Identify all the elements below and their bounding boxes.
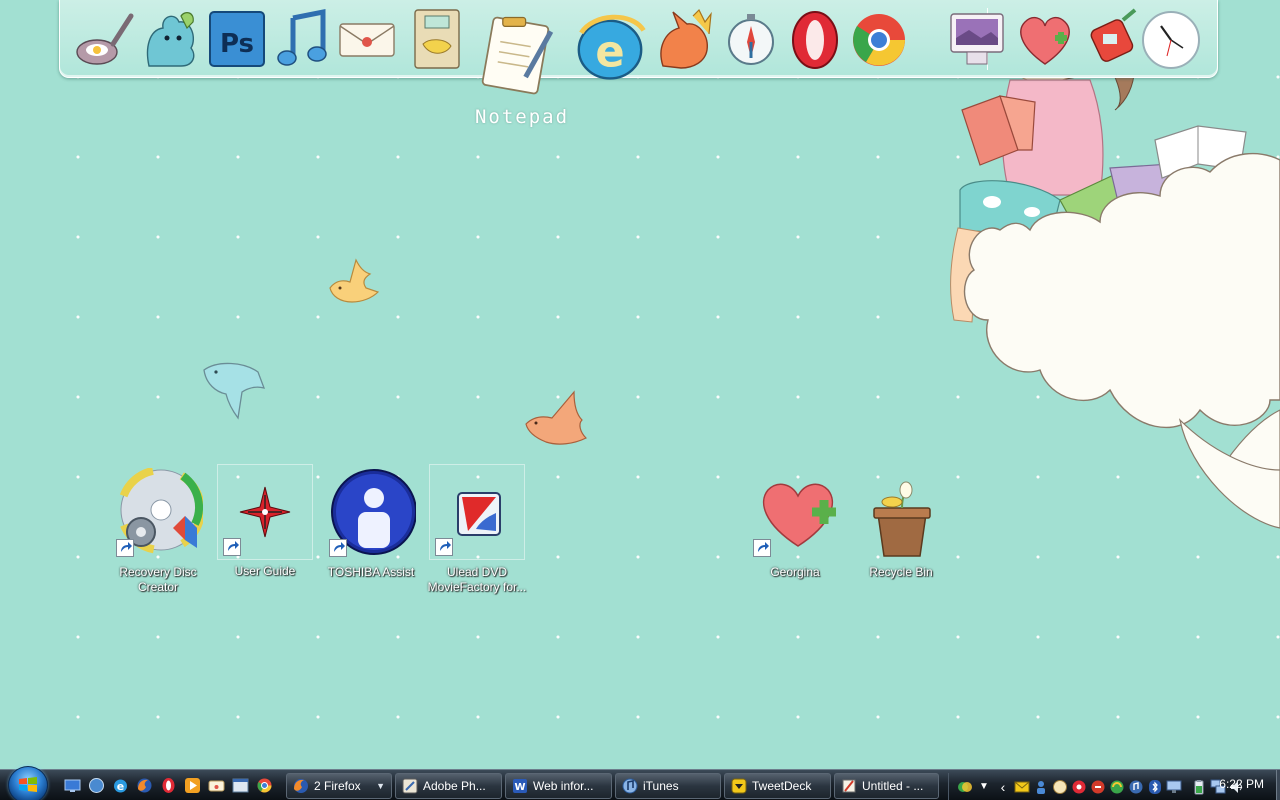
frying-pan-icon[interactable] bbox=[72, 6, 134, 72]
desktop-icon-label: Recovery Disc Creator bbox=[119, 565, 197, 594]
taskbar-buttons: 2 Firefox ▼ Adobe Ph... W Web infor... i… bbox=[286, 773, 939, 799]
wallpaper-yellow-bird bbox=[329, 258, 380, 303]
ulead-dvd-icon bbox=[432, 467, 522, 557]
desktop-icon-user-guide[interactable]: User Guide bbox=[217, 464, 313, 578]
mail-icon[interactable] bbox=[1014, 779, 1030, 795]
itunes-icon[interactable] bbox=[1128, 779, 1144, 795]
battery-icon[interactable] bbox=[1191, 779, 1207, 795]
firefox-icon[interactable] bbox=[134, 775, 155, 796]
desktop-icon-recovery-disc-creator[interactable]: Recovery Disc Creator bbox=[110, 466, 206, 594]
desktop-icon-label: Georgina bbox=[770, 565, 820, 579]
chevron-down-icon[interactable]: ▼ bbox=[976, 779, 992, 795]
shortcut-arrow-icon bbox=[223, 538, 241, 556]
heart-plus-icon bbox=[750, 468, 840, 558]
photoshop-icon bbox=[402, 778, 418, 794]
mail-icon[interactable] bbox=[206, 775, 227, 796]
taskbar-button-label: 2 Firefox bbox=[314, 779, 361, 793]
firefox-icon[interactable] bbox=[652, 6, 714, 72]
safari-icon[interactable] bbox=[720, 6, 782, 72]
taskbar-button-adobe-photoshop[interactable]: Adobe Ph... bbox=[395, 773, 502, 799]
user-icon[interactable] bbox=[1033, 779, 1049, 795]
clock-icon[interactable] bbox=[1140, 6, 1202, 72]
display-icon[interactable] bbox=[1166, 779, 1182, 795]
desktop-icon-georgina[interactable]: Georgina bbox=[747, 466, 843, 594]
taskbar-button-itunes[interactable]: iTunes bbox=[615, 773, 721, 799]
notepad-icon[interactable] bbox=[480, 4, 556, 102]
word-icon: W bbox=[513, 779, 527, 793]
shortcut-arrow-icon bbox=[116, 539, 134, 557]
svg-text:e: e bbox=[117, 780, 124, 793]
desktop-icon-toshiba-assist[interactable]: TOSHIBA Assist bbox=[323, 466, 419, 594]
photoshop-icon[interactable]: Ps bbox=[206, 6, 268, 72]
taskbar-button-untitled-paint[interactable]: Untitled - ... bbox=[834, 773, 939, 799]
taskbar-button-label: Web infor... bbox=[533, 779, 594, 793]
messenger-icon[interactable] bbox=[1052, 779, 1068, 795]
computer-icon[interactable] bbox=[946, 6, 1008, 72]
taskbar-button-label: iTunes bbox=[643, 779, 679, 793]
chrome-icon[interactable] bbox=[848, 6, 910, 72]
taskbar-button-firefox[interactable]: 2 Firefox ▼ bbox=[286, 773, 392, 799]
taskbar-button-label: Adobe Ph... bbox=[423, 779, 486, 793]
firefox-icon bbox=[294, 779, 308, 793]
pencil-sharpener-icon[interactable] bbox=[1080, 6, 1142, 72]
internet-explorer-icon[interactable]: e bbox=[574, 6, 646, 86]
taskbar-button-label: Untitled - ... bbox=[862, 779, 924, 793]
buddy-icon[interactable] bbox=[140, 6, 202, 72]
heart-plus-icon[interactable] bbox=[1014, 6, 1076, 72]
svg-text:W: W bbox=[514, 782, 525, 793]
desktop-icon-label: TOSHIBA Assist bbox=[327, 565, 415, 579]
desktop-icon-recycle-bin[interactable]: Recycle Bin bbox=[853, 466, 949, 594]
shortcut-arrow-icon bbox=[753, 539, 771, 557]
internet-explorer-icon[interactable]: e bbox=[110, 775, 131, 796]
chevron-down-icon: ▼ bbox=[376, 781, 385, 791]
dock-hover-label: Notepad bbox=[474, 106, 570, 128]
windows-logo-icon bbox=[19, 777, 37, 792]
switch-windows-icon[interactable] bbox=[86, 775, 107, 796]
taskbar-clock[interactable]: 6:22 PM bbox=[1219, 777, 1264, 791]
desktop-icon-label: Ulead DVD MovieFactory for... bbox=[427, 565, 527, 594]
taskbar-button-label: TweetDeck bbox=[752, 779, 812, 793]
recovery-disc-icon bbox=[113, 466, 205, 558]
desktop-icon-ulead-dvd-moviefactory[interactable]: Ulead DVD MovieFactory for... bbox=[428, 464, 526, 594]
toshiba-assist-icon bbox=[326, 468, 417, 558]
shortcut-arrow-icon bbox=[435, 538, 453, 556]
taskbar-button-web-information[interactable]: W Web infor... bbox=[505, 773, 612, 799]
update-icon[interactable] bbox=[1109, 779, 1125, 795]
show-desktop-icon[interactable] bbox=[62, 775, 83, 796]
opera-icon[interactable] bbox=[784, 6, 846, 72]
show-desktop-button[interactable] bbox=[1276, 770, 1280, 800]
desktop-icon-label: Recycle Bin bbox=[869, 565, 933, 579]
tray-expand-button[interactable]: ‹ bbox=[995, 779, 1011, 795]
bluetooth-icon[interactable] bbox=[1147, 779, 1163, 795]
quick-launch: e bbox=[62, 775, 275, 796]
itunes-icon bbox=[622, 778, 638, 794]
user-guide-icon bbox=[220, 467, 310, 557]
opera-icon[interactable] bbox=[158, 775, 179, 796]
music-icon[interactable] bbox=[270, 6, 332, 72]
wallpaper-orange-bird bbox=[525, 390, 588, 445]
media-player-icon[interactable] bbox=[182, 775, 203, 796]
wallpaper-girl-on-cloud bbox=[950, 0, 1280, 529]
window-icon[interactable] bbox=[230, 775, 251, 796]
taskbar-button-tweetdeck[interactable]: TweetDeck bbox=[724, 773, 831, 799]
mail-icon[interactable] bbox=[336, 6, 398, 72]
recycle-bin-icon bbox=[856, 468, 946, 558]
start-button[interactable] bbox=[8, 766, 48, 800]
dock: Ps e bbox=[59, 0, 1218, 95]
windows-live-icon[interactable] bbox=[957, 779, 973, 795]
desktop-icon-label: User Guide bbox=[234, 564, 296, 578]
shortcut-arrow-icon bbox=[329, 539, 347, 557]
taskbar: e 2 Firefox ▼ Adobe Ph... W Web infor...… bbox=[0, 766, 1280, 800]
svg-text:Ps: Ps bbox=[220, 29, 254, 59]
tweetdeck-icon bbox=[731, 778, 747, 794]
chrome-icon[interactable] bbox=[254, 775, 275, 796]
paint-icon bbox=[842, 779, 856, 793]
opera-icon[interactable] bbox=[1071, 779, 1087, 795]
notebook-icon[interactable] bbox=[406, 6, 468, 72]
wallpaper-blue-bird bbox=[203, 362, 266, 420]
svg-text:e: e bbox=[595, 27, 624, 77]
antivirus-icon[interactable] bbox=[1090, 779, 1106, 795]
